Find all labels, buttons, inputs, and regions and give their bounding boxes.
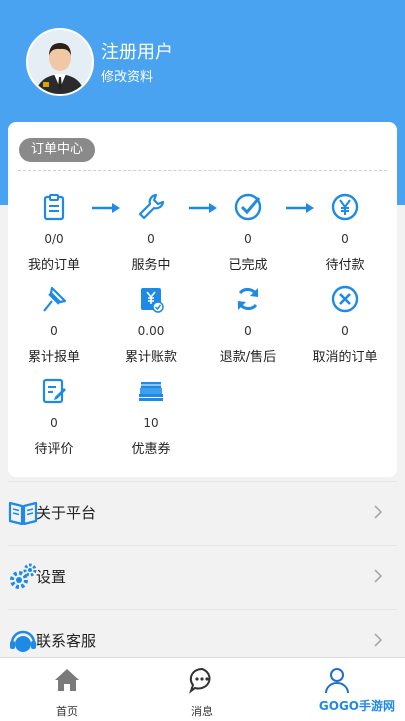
- label: 我的订单: [27, 258, 80, 273]
- label: 待评价: [34, 442, 74, 457]
- watermark-logo: GOGO手游网: [312, 695, 401, 717]
- label: 取消的订单: [312, 350, 378, 365]
- count: 0/0: [44, 232, 64, 246]
- count: 0: [50, 324, 58, 338]
- person-icon: [325, 668, 349, 694]
- total-reports-item[interactable]: 0 累计报单: [8, 284, 100, 365]
- count: 10: [143, 416, 159, 430]
- label: 累计报单: [27, 350, 80, 365]
- chevron-right-icon: [374, 505, 383, 519]
- order-center-title: 订单中心: [19, 138, 96, 162]
- chevron-right-icon: [374, 569, 383, 583]
- coupons-item[interactable]: 10 优惠券: [105, 376, 197, 457]
- label: 累计账款: [124, 350, 177, 365]
- cancelled-orders-item[interactable]: 0 取消的订单: [299, 284, 391, 365]
- menu-settings[interactable]: 设置: [8, 545, 397, 606]
- label: 退款/售后: [219, 350, 277, 365]
- completed-item[interactable]: 0 已完成: [202, 192, 294, 273]
- yen-circle-icon: [331, 193, 359, 221]
- tab-home[interactable]: 首页: [27, 658, 107, 721]
- book-icon: [8, 501, 38, 526]
- in-service-item[interactable]: 0 服务中: [105, 192, 197, 273]
- edit-note-icon: [42, 378, 66, 404]
- tab-messages[interactable]: 消息: [162, 658, 242, 721]
- count: 0: [341, 324, 349, 338]
- coupon-stack-icon: [139, 382, 163, 401]
- tab-label: 消息: [191, 705, 213, 718]
- chat-icon: [189, 667, 211, 694]
- total-billing-item[interactable]: 0.00 累计账款: [105, 284, 197, 365]
- home-icon: [55, 669, 79, 691]
- count: 0: [341, 232, 349, 246]
- label: 已完成: [228, 258, 268, 273]
- label: 优惠券: [131, 442, 171, 457]
- menu-label: 设置: [36, 568, 67, 586]
- edit-profile-link[interactable]: 修改资料: [101, 66, 153, 85]
- pin-icon: [43, 286, 67, 312]
- menu-label: 关于平台: [36, 504, 97, 522]
- my-orders-item[interactable]: 0/0 我的订单: [8, 192, 100, 273]
- count: 0.00: [137, 324, 165, 338]
- count: 0: [244, 232, 252, 246]
- check-circle-icon: [234, 193, 262, 221]
- menu-about-platform[interactable]: 关于平台: [8, 481, 397, 542]
- pending-payment-item[interactable]: 0 待付款: [299, 192, 391, 273]
- label: 服务中: [131, 258, 171, 273]
- label: 待付款: [325, 258, 365, 273]
- tab-label: 首页: [56, 705, 78, 718]
- yen-card-icon: [141, 288, 164, 313]
- user-name[interactable]: 注册用户: [101, 38, 173, 64]
- clipboard-icon: [43, 194, 65, 221]
- wrench-icon: [138, 193, 165, 220]
- gears-icon: [10, 563, 37, 589]
- user-avatar-icon: [28, 30, 92, 94]
- chevron-right-icon: [374, 633, 383, 647]
- refund-aftersale-item[interactable]: 0 退款/售后: [202, 284, 294, 365]
- headset-icon: [10, 630, 36, 652]
- count: 0: [244, 324, 252, 338]
- count: 0: [50, 416, 58, 430]
- order-center-card: 订单中心 0/0 我的订单 0 服务中 0 已完成 0 待付款 0 累计报单 0…: [8, 122, 397, 477]
- pending-review-item[interactable]: 0 待评价: [8, 376, 100, 457]
- bottom-tab-bar: 首页 消息 我的 GOGO手游网: [0, 657, 405, 721]
- divider: [18, 170, 387, 171]
- x-circle-icon: [331, 285, 359, 313]
- refresh-icon: [237, 288, 259, 310]
- avatar[interactable]: [26, 28, 94, 96]
- menu-label: 联系客服: [36, 632, 97, 650]
- count: 0: [147, 232, 155, 246]
